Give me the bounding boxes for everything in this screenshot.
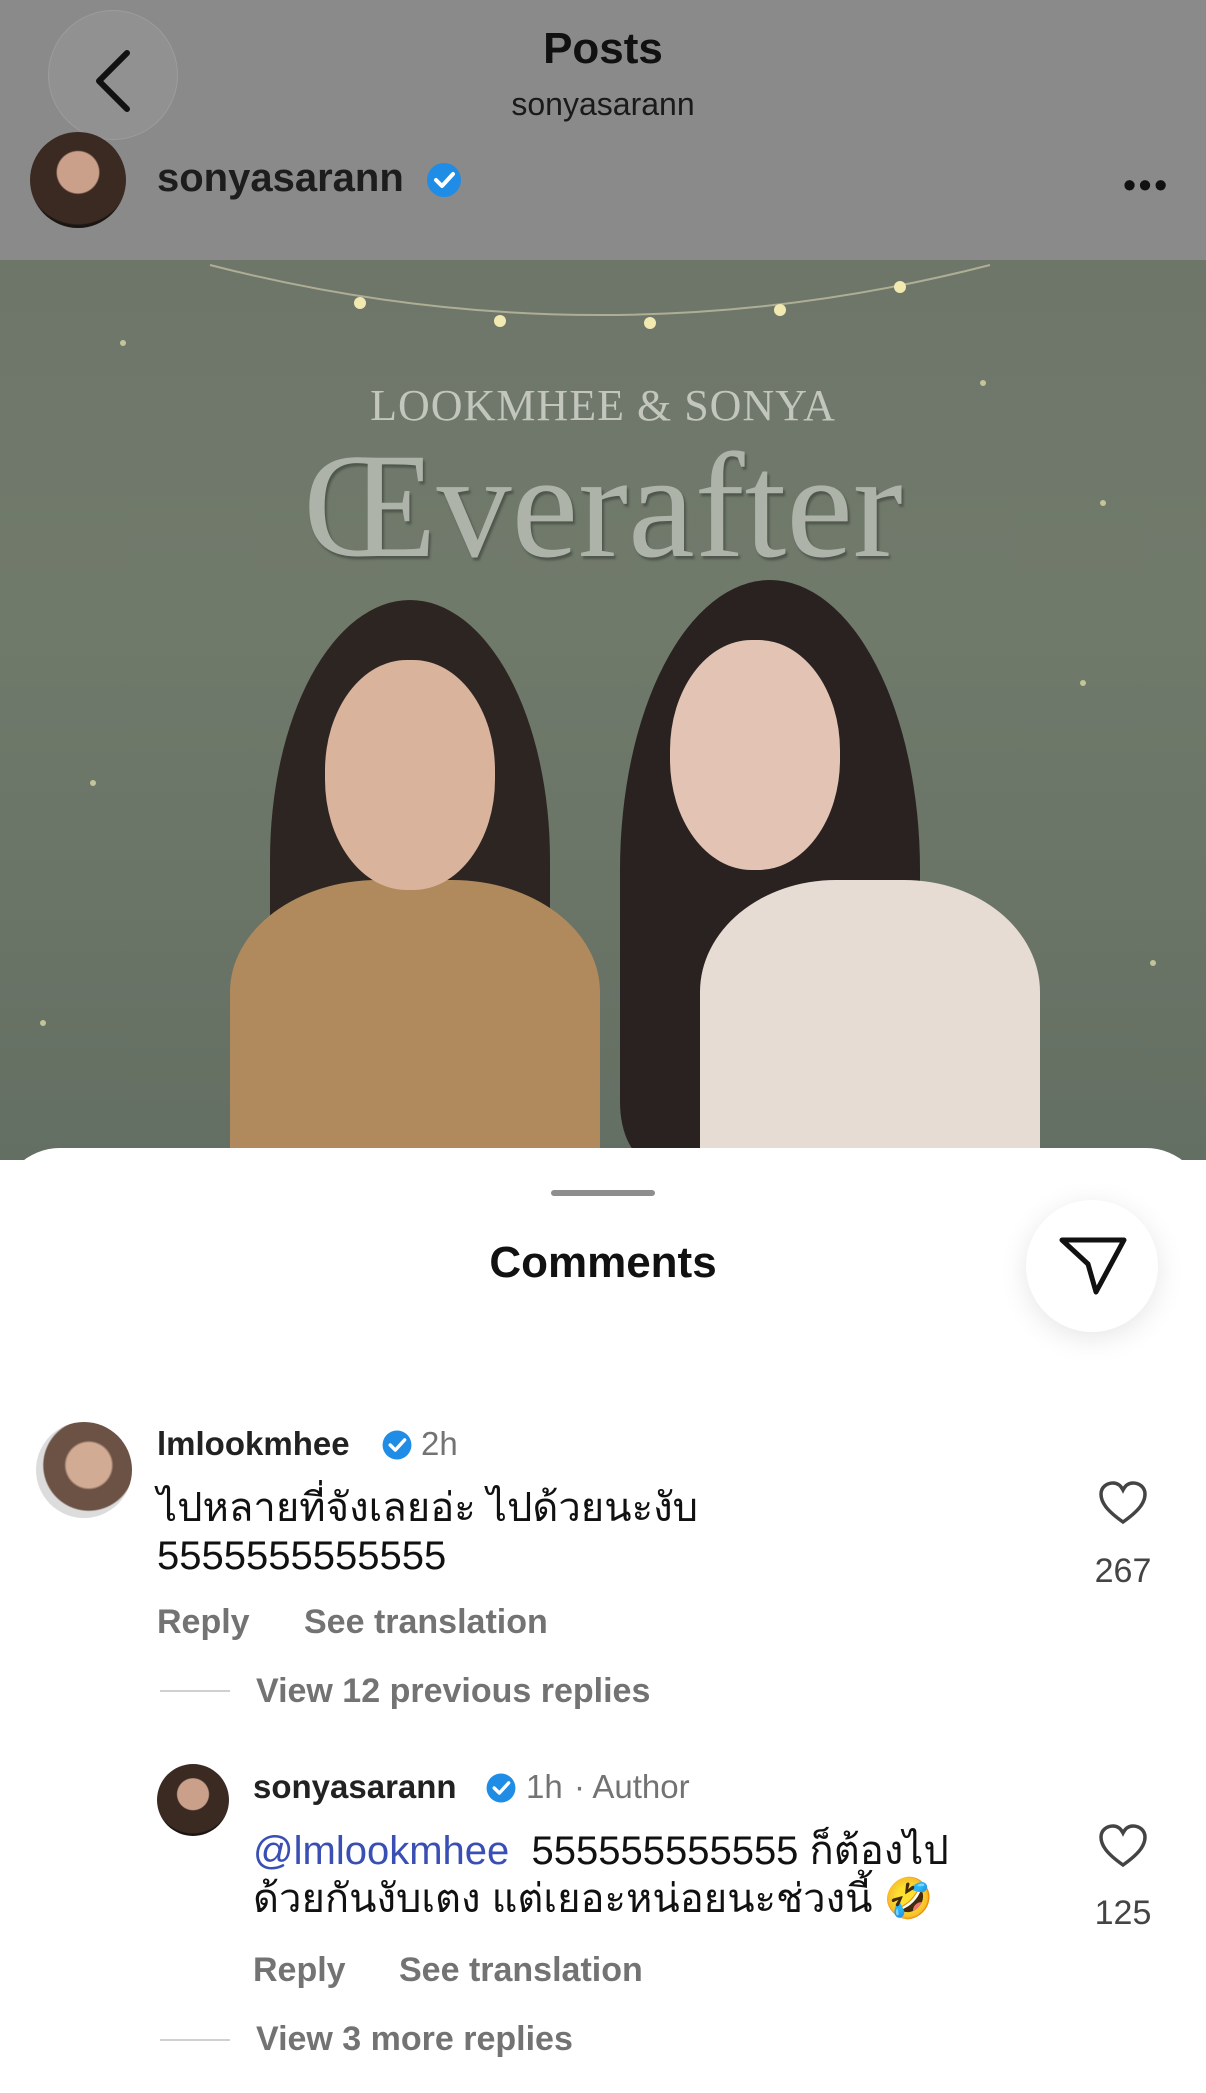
view-replies-button[interactable]: View 3 more replies bbox=[256, 2020, 573, 2059]
person-right-dress bbox=[700, 880, 1040, 1160]
comment-username[interactable]: lmlookmhee bbox=[157, 1425, 350, 1463]
person-left-face bbox=[325, 660, 495, 890]
verified-icon bbox=[427, 163, 461, 197]
comment-time: 2h bbox=[421, 1425, 458, 1462]
divider bbox=[160, 2039, 230, 2041]
sheet-grabber[interactable] bbox=[551, 1190, 655, 1196]
comment-text: ไปหลายที่จังเลยอ่ะ ไปด้วยนะงับ bbox=[157, 1486, 698, 1530]
send-icon bbox=[1059, 1237, 1127, 1295]
comment-text: ด้วยกันงับเตง แต่เยอะหน่อยนะช่วงนี้ 🤣 bbox=[253, 1877, 934, 1921]
verified-icon bbox=[486, 1773, 516, 1803]
more-icon[interactable]: ••• bbox=[1123, 164, 1170, 206]
like-count: 125 bbox=[1094, 1894, 1152, 1932]
author-badge: · Author bbox=[574, 1768, 690, 1805]
comment-text: 5555555555555 bbox=[157, 1534, 447, 1578]
see-translation-button[interactable]: See translation bbox=[304, 1603, 548, 1642]
post-title-graphic: Œverafter bbox=[303, 423, 903, 589]
avatar[interactable] bbox=[36, 1422, 132, 1518]
verified-icon bbox=[382, 1430, 412, 1460]
post-author-name[interactable]: sonyasarann bbox=[157, 156, 404, 201]
avatar[interactable] bbox=[157, 1764, 229, 1836]
comment-text: @lmlookmhee 555555555555 ก็ต้องไป bbox=[253, 1827, 949, 1875]
heart-icon[interactable] bbox=[1098, 1823, 1148, 1869]
divider bbox=[160, 1690, 230, 1692]
page-title: Posts bbox=[543, 24, 663, 73]
string-lights-graphic bbox=[209, 264, 991, 329]
page-subtitle: sonyasarann bbox=[511, 86, 695, 122]
reply-button[interactable]: Reply bbox=[157, 1603, 250, 1642]
person-left-dress bbox=[230, 880, 600, 1160]
reply-button[interactable]: Reply bbox=[253, 1951, 346, 1990]
comment-text-body: 555555555555 ก็ต้องไป bbox=[509, 1829, 949, 1873]
person-right-face bbox=[670, 640, 840, 870]
post-author-row: sonyasarann ••• bbox=[30, 132, 1180, 232]
share-button[interactable] bbox=[1026, 1200, 1158, 1332]
heart-icon[interactable] bbox=[1098, 1480, 1148, 1526]
like-count: 267 bbox=[1094, 1552, 1152, 1590]
comment-time: 1h bbox=[526, 1768, 563, 1805]
see-translation-button[interactable]: See translation bbox=[399, 1951, 643, 1990]
post-header: Posts sonyasarann sonyasarann ••• bbox=[0, 0, 1206, 260]
comment-username[interactable]: sonyasarann bbox=[253, 1768, 457, 1806]
avatar[interactable] bbox=[30, 132, 126, 228]
view-replies-button[interactable]: View 12 previous replies bbox=[256, 1672, 650, 1711]
mention-link[interactable]: @lmlookmhee bbox=[253, 1829, 509, 1873]
